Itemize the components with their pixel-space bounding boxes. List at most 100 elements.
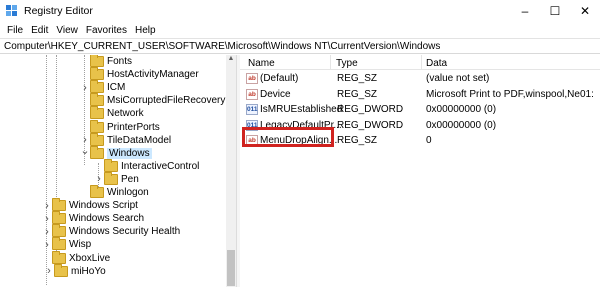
tree-item[interactable]: PrinterPorts — [90, 119, 160, 134]
tree-item-label: Windows Search — [69, 213, 145, 225]
tree-item-label: Windows Security Health — [69, 226, 181, 238]
folder-icon — [90, 145, 104, 159]
tree-item[interactable]: TileDataModel — [90, 132, 172, 147]
tree-item-label: PrinterPorts — [107, 121, 160, 133]
menu-bar: File Edit View Favorites Help — [0, 22, 600, 38]
scroll-up-arrow-icon[interactable]: ▲ — [226, 55, 236, 65]
value-data: (value not set) — [426, 73, 490, 84]
value-data: 0 — [426, 135, 432, 146]
value-name: Device — [260, 88, 291, 100]
folder-icon — [104, 158, 118, 172]
column-divider[interactable] — [330, 55, 331, 70]
tree-item-label: miHoYo — [71, 265, 106, 277]
folder-icon — [90, 132, 104, 146]
folder-icon — [52, 250, 66, 264]
tree-item-label: InteractiveControl — [121, 160, 200, 172]
tree-item[interactable]: Pen — [104, 171, 139, 186]
value-type: REG_SZ — [337, 88, 378, 100]
column-header-type[interactable]: Type — [336, 58, 358, 69]
tree-item-label: ICM — [107, 82, 126, 94]
column-divider[interactable] — [421, 55, 422, 70]
chevron-right-icon[interactable]: › — [80, 82, 90, 94]
address-path: Computer\HKEY_CURRENT_USER\SOFTWARE\Micr… — [4, 40, 441, 52]
folder-icon — [104, 171, 118, 185]
tree-item-label: HostActivityManager — [107, 69, 199, 81]
value-row[interactable]: ab (Default) REG_SZ (value not set) — [240, 72, 600, 86]
value-type: REG_SZ — [337, 73, 378, 84]
string-value-icon: ab — [246, 73, 258, 84]
value-data: 0x00000000 (0) — [426, 104, 497, 115]
tree-item[interactable]: Windows Script — [52, 198, 138, 212]
value-row[interactable]: ab Device REG_SZ Microsoft Print to PDF,win… — [240, 88, 600, 102]
window-title: Registry Editor — [24, 5, 93, 17]
tree-item[interactable]: miHoYo — [54, 263, 106, 278]
tree-scroll-thumb[interactable] — [227, 250, 235, 286]
title-bar: Registry Editor – ☐ ✕ — [0, 0, 600, 22]
value-row[interactable]: 011 IsMRUEstablished REG_DWORD 0x00000000 (… — [240, 103, 600, 117]
value-type: REG_DWORD — [337, 104, 404, 115]
chevron-right-icon[interactable]: › — [42, 239, 52, 251]
chevron-right-icon[interactable]: › — [44, 265, 54, 277]
tree-scrollbar[interactable]: ▲ — [226, 55, 236, 287]
binary-value-icon: 011 — [246, 104, 258, 115]
chevron-right-icon[interactable]: › — [42, 200, 52, 212]
folder-icon — [90, 119, 104, 133]
registry-editor-icon — [6, 5, 17, 16]
chevron-down-icon[interactable]: ⌄ — [80, 144, 90, 157]
registry-tree[interactable]: Fonts HostActivityManager › ICM MsiCorrupted… — [0, 55, 236, 287]
tree-item-label: Pen — [121, 173, 139, 185]
tree-item-label: Windows Script — [69, 200, 138, 212]
folder-icon — [52, 198, 66, 212]
address-bar[interactable]: Computer\HKEY_CURRENT_USER\SOFTWARE\Micr… — [0, 38, 600, 54]
chevron-right-icon[interactable]: › — [42, 226, 52, 238]
tree-item[interactable]: Fonts — [90, 55, 132, 68]
tree-item[interactable]: MsiCorruptedFileRecovery — [90, 93, 226, 107]
menu-favorites[interactable]: Favorites — [82, 25, 131, 36]
value-data: Microsoft Print to PDF,winspool,Ne01: — [426, 88, 594, 100]
tree-item[interactable]: InteractiveControl — [104, 158, 200, 173]
menu-file[interactable]: File — [3, 25, 27, 36]
tree-item[interactable]: Windows Security Health — [52, 224, 181, 238]
folder-icon — [90, 93, 104, 107]
value-type: REG_SZ — [337, 135, 378, 146]
column-header-name[interactable]: Name — [248, 58, 275, 69]
column-header-data[interactable]: Data — [426, 58, 447, 69]
menu-help[interactable]: Help — [131, 25, 160, 36]
maximize-button[interactable]: ☐ — [540, 0, 570, 22]
tree-item-label: Network — [107, 108, 144, 120]
tree-item-label: Fonts — [107, 56, 133, 67]
value-name: (Default) — [260, 73, 299, 84]
folder-icon — [90, 80, 104, 94]
close-button[interactable]: ✕ — [570, 0, 600, 22]
folder-icon — [90, 185, 104, 198]
values-pane: Name Type Data ab (Default) REG_SZ (value n… — [240, 55, 600, 287]
chevron-right-icon[interactable]: › — [42, 213, 52, 225]
chevron-right-icon[interactable]: › — [94, 173, 104, 185]
tree-item[interactable]: ICM — [90, 80, 126, 94]
value-data: 0x00000000 (0) — [426, 119, 497, 131]
tree-item[interactable]: Windows Search — [52, 211, 145, 225]
tree-item-label: Windows — [107, 147, 152, 159]
tree-item[interactable]: Wisp — [52, 237, 91, 251]
value-type: REG_DWORD — [337, 119, 404, 131]
highlight-annotation — [242, 127, 334, 147]
folder-icon — [90, 67, 104, 81]
tree-item[interactable]: Windows — [90, 145, 152, 160]
string-value-icon: ab — [246, 88, 258, 100]
tree-item[interactable]: Network — [90, 106, 144, 120]
tree-item[interactable]: XboxLive — [52, 250, 111, 265]
minimize-button[interactable]: – — [510, 0, 540, 22]
menu-edit[interactable]: Edit — [27, 25, 52, 36]
tree-item-label: Winlogon — [107, 187, 149, 198]
tree-item[interactable]: Winlogon — [90, 185, 149, 199]
folder-icon — [90, 106, 104, 120]
tree-item-label: XboxLive — [69, 252, 111, 264]
tree-item[interactable]: HostActivityManager — [90, 67, 199, 81]
folder-icon — [90, 55, 104, 67]
tree-item-label: TileDataModel — [107, 134, 172, 146]
tree-item-label: MsiCorruptedFileRecovery — [107, 95, 226, 107]
menu-view[interactable]: View — [52, 25, 82, 36]
value-name: IsMRUEstablished — [260, 104, 343, 115]
folder-icon — [52, 237, 66, 251]
folder-icon — [52, 224, 66, 238]
